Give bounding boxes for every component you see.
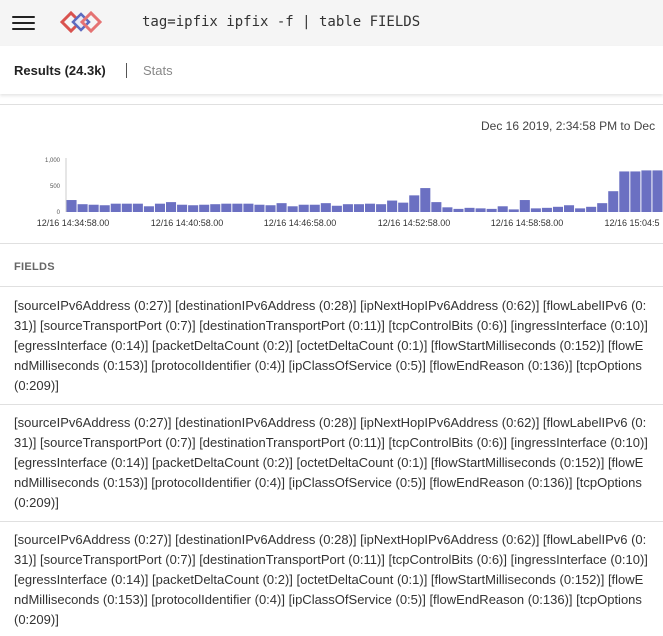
fields-header-label: FIELDS	[14, 261, 55, 273]
histogram-bar[interactable]	[608, 191, 619, 212]
results-tabs: Results (24.3k) Stats	[0, 46, 663, 94]
logo-icon	[60, 11, 102, 33]
histogram-bar[interactable]	[376, 204, 387, 212]
histogram-bar[interactable]	[597, 203, 608, 212]
tab-divider	[126, 63, 127, 78]
table-row[interactable]: [sourceIPv6Address (0:27)] [destinationI…	[0, 405, 663, 522]
histogram-bar[interactable]	[387, 200, 398, 212]
histogram-bar[interactable]	[66, 200, 77, 212]
histogram-bar[interactable]	[464, 207, 475, 212]
search-query[interactable]: tag=ipfix ipfix -f | table FIELDS	[142, 14, 420, 30]
y-tick-label: 1,000	[45, 158, 61, 164]
histogram-bar[interactable]	[320, 203, 331, 212]
histogram-bar[interactable]	[475, 208, 486, 212]
histogram-bar[interactable]	[132, 203, 143, 212]
histogram-bar[interactable]	[353, 204, 364, 212]
histogram-bar[interactable]	[188, 205, 199, 212]
histogram-bar[interactable]	[154, 203, 165, 212]
histogram-bar[interactable]	[630, 171, 641, 212]
histogram-bar[interactable]	[254, 204, 265, 212]
histogram-bar[interactable]	[442, 207, 453, 212]
y-tick-label: 500	[50, 184, 61, 190]
histogram-bar[interactable]	[575, 208, 586, 212]
histogram-bar[interactable]	[420, 188, 431, 212]
histogram-bar[interactable]	[243, 203, 254, 212]
table-row[interactable]: [sourceIPv6Address (0:27)] [destinationI…	[0, 522, 663, 636]
histogram-bar[interactable]	[210, 204, 221, 212]
fields-column-header: FIELDS	[0, 245, 663, 287]
y-tick-label: 0	[57, 210, 61, 216]
histogram-bar[interactable]	[331, 205, 342, 212]
histogram-bar[interactable]	[564, 205, 575, 212]
x-tick-label: 12/16 14:58:58.00	[491, 218, 564, 228]
x-tick-label: 12/16 15:04:5	[604, 218, 659, 228]
histogram-bar[interactable]	[298, 204, 309, 212]
histogram-bar[interactable]	[519, 200, 530, 212]
histogram-bar[interactable]	[409, 195, 420, 212]
histogram-bar[interactable]	[530, 208, 541, 212]
histogram-bar[interactable]	[342, 204, 353, 212]
histogram-bar[interactable]	[77, 204, 88, 212]
histogram-bar[interactable]	[110, 203, 121, 212]
histogram-bar[interactable]	[431, 202, 442, 212]
hamburger-menu-icon[interactable]	[12, 14, 36, 32]
histogram-bar[interactable]	[221, 203, 232, 212]
histogram-bar[interactable]	[199, 204, 210, 212]
histogram-bar[interactable]	[508, 209, 519, 212]
histogram-bar[interactable]	[652, 170, 663, 212]
histogram-bar[interactable]	[265, 205, 276, 212]
histogram-chart[interactable]: 1,000 500 0 12/16 14:34:58.00 12/16 14:40:58…	[0, 105, 663, 243]
tab-results[interactable]: Results (24.3k)	[14, 63, 106, 78]
x-tick-label: 12/16 14:52:58.00	[378, 218, 451, 228]
top-bar: tag=ipfix ipfix -f | table FIELDS	[0, 0, 663, 46]
x-tick-label: 12/16 14:46:58.00	[264, 218, 337, 228]
table-row[interactable]: [sourceIPv6Address (0:27)] [destinationI…	[0, 288, 663, 405]
histogram-panel: Dec 16 2019, 2:34:58 PM to Dec 1,000 500 0…	[0, 104, 663, 244]
histogram-bar[interactable]	[88, 204, 99, 212]
histogram-bar[interactable]	[486, 208, 497, 212]
histogram-bar[interactable]	[232, 203, 243, 212]
x-tick-label: 12/16 14:34:58.00	[37, 218, 110, 228]
histogram-bar[interactable]	[309, 204, 320, 212]
histogram-bar[interactable]	[166, 202, 177, 212]
histogram-bar[interactable]	[143, 206, 154, 212]
x-tick-label: 12/16 14:40:58.00	[151, 218, 224, 228]
histogram-bar[interactable]	[453, 208, 464, 212]
histogram-bar[interactable]	[586, 206, 597, 212]
histogram-bar[interactable]	[365, 203, 376, 212]
histogram-bar[interactable]	[177, 204, 188, 212]
table-cell: [sourceIPv6Address (0:27)] [destinationI…	[14, 298, 648, 393]
histogram-bar[interactable]	[398, 202, 409, 212]
tab-stats[interactable]: Stats	[143, 63, 173, 78]
table-cell: [sourceIPv6Address (0:27)] [destinationI…	[14, 532, 648, 627]
histogram-bar[interactable]	[276, 203, 287, 212]
histogram-bar[interactable]	[497, 206, 508, 212]
table-cell: [sourceIPv6Address (0:27)] [destinationI…	[14, 415, 648, 510]
histogram-bar[interactable]	[641, 170, 652, 212]
histogram-bar[interactable]	[541, 207, 552, 212]
histogram-bar[interactable]	[552, 206, 563, 212]
histogram-bar[interactable]	[99, 205, 110, 212]
histogram-bar[interactable]	[287, 206, 298, 212]
histogram-bar[interactable]	[121, 203, 132, 212]
histogram-bar[interactable]	[619, 171, 630, 212]
